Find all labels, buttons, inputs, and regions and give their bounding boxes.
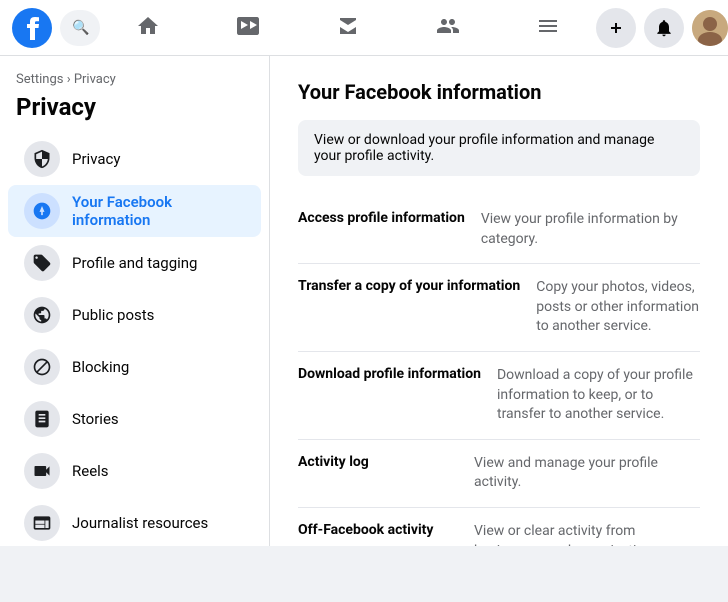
info-rows: Access profile information View your pro…	[298, 196, 700, 546]
sidebar-item-journalist[interactable]: Journalist resources	[8, 497, 261, 546]
search-box[interactable]: 🔍	[60, 10, 100, 46]
sidebar-item-reels-label: Reels	[72, 462, 109, 480]
breadcrumb: Settings › Privacy	[0, 68, 269, 89]
topnav-center	[108, 0, 588, 56]
topnav-right	[596, 8, 728, 48]
journalist-icon	[24, 505, 60, 541]
topnav-left: 🔍	[12, 8, 100, 48]
sidebar-item-profile-tagging-label: Profile and tagging	[72, 254, 197, 272]
info-row-off-facebook[interactable]: Off-Facebook activity View or clear acti…	[298, 508, 700, 546]
nav-groups[interactable]	[408, 0, 488, 56]
sidebar-item-blocking-label: Blocking	[72, 358, 129, 376]
sidebar-item-reels[interactable]: Reels	[8, 445, 261, 497]
reels-icon	[24, 453, 60, 489]
fb-info-icon	[24, 193, 60, 229]
sidebar-item-fb-info-label: Your Facebook information	[72, 193, 245, 229]
sidebar-item-privacy[interactable]: Privacy	[8, 133, 261, 185]
info-row-activity-log[interactable]: Activity log View and manage your profil…	[298, 440, 700, 508]
stories-icon	[24, 401, 60, 437]
notifications-button[interactable]	[644, 8, 684, 48]
info-row-activity-log-label: Activity log	[298, 454, 458, 470]
sidebar-item-public-posts[interactable]: Public posts	[8, 289, 261, 341]
info-row-transfer[interactable]: Transfer a copy of your information Copy…	[298, 264, 700, 352]
sidebar-item-journalist-label: Journalist resources	[72, 514, 208, 532]
sidebar-item-privacy-label: Privacy	[72, 150, 120, 168]
sidebar-item-blocking[interactable]: Blocking	[8, 341, 261, 393]
topnav: 🔍	[0, 0, 728, 56]
sidebar-item-public-posts-label: Public posts	[72, 306, 154, 324]
info-row-download-desc: Download a copy of your profile informat…	[497, 366, 700, 425]
search-icon: 🔍	[72, 20, 89, 36]
nav-menu[interactable]	[508, 0, 588, 56]
avatar[interactable]	[692, 10, 728, 46]
facebook-logo[interactable]	[12, 8, 52, 48]
privacy-icon	[24, 141, 60, 177]
sidebar-item-stories[interactable]: Stories	[8, 393, 261, 445]
info-row-off-facebook-desc: View or clear activity from businesses a…	[474, 522, 700, 546]
main-content: Your Facebook information View or downlo…	[270, 56, 728, 546]
public-posts-icon	[24, 297, 60, 333]
sidebar-item-stories-label: Stories	[72, 410, 119, 428]
nav-marketplace[interactable]	[308, 0, 388, 56]
info-row-transfer-desc: Copy your photos, videos, posts or other…	[536, 278, 700, 337]
info-row-download-label: Download profile information	[298, 366, 481, 382]
blocking-icon	[24, 349, 60, 385]
page-layout: Settings › Privacy Privacy Privacy Your …	[0, 56, 728, 546]
create-button[interactable]	[596, 8, 636, 48]
info-row-access-label: Access profile information	[298, 210, 465, 226]
info-row-access[interactable]: Access profile information View your pro…	[298, 196, 700, 264]
sidebar-item-fb-info[interactable]: Your Facebook information	[8, 185, 261, 237]
info-row-access-desc: View your profile information by categor…	[481, 210, 700, 249]
sidebar-item-profile-tagging[interactable]: Profile and tagging	[8, 237, 261, 289]
nav-home[interactable]	[108, 0, 188, 56]
sidebar: Settings › Privacy Privacy Privacy Your …	[0, 56, 270, 546]
section-title: Your Facebook information	[298, 80, 700, 104]
sidebar-title: Privacy	[0, 89, 269, 133]
profile-tagging-icon	[24, 245, 60, 281]
info-row-transfer-label: Transfer a copy of your information	[298, 278, 520, 294]
info-row-activity-log-desc: View and manage your profile activity.	[474, 454, 700, 493]
info-banner: View or download your profile informatio…	[298, 120, 700, 176]
info-row-off-facebook-label: Off-Facebook activity	[298, 522, 458, 538]
nav-watch[interactable]	[208, 0, 288, 56]
info-row-download[interactable]: Download profile information Download a …	[298, 352, 700, 440]
